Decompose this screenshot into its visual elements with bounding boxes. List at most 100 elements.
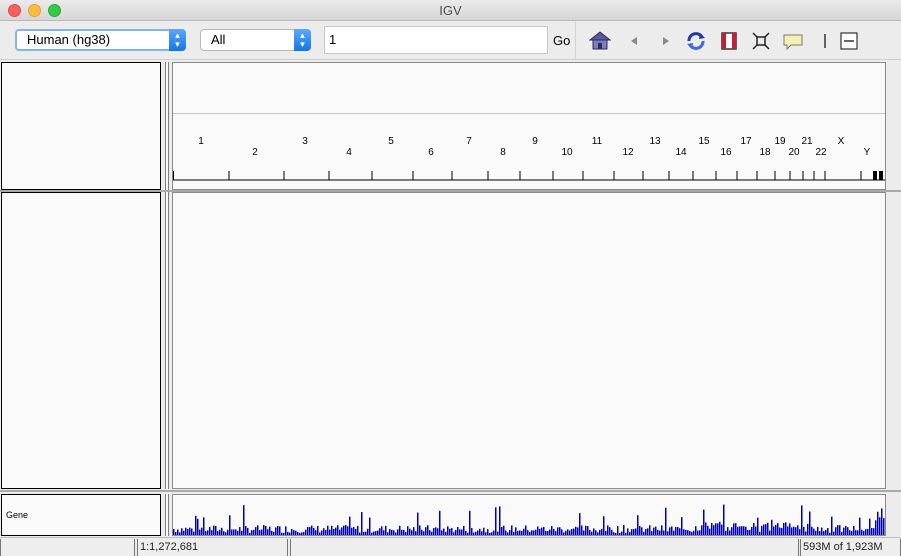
home-icon[interactable] bbox=[588, 30, 612, 52]
gene-density-bar bbox=[695, 526, 697, 535]
gene-density-bar bbox=[417, 512, 419, 535]
ruler-toggle-icon[interactable] bbox=[814, 30, 836, 52]
back-icon[interactable] bbox=[624, 30, 646, 52]
chromosome-label[interactable]: 13 bbox=[649, 136, 661, 147]
gene-density-bar bbox=[427, 525, 429, 535]
gene-density-bar bbox=[849, 530, 851, 535]
gene-density-bar bbox=[875, 520, 877, 535]
gene-density-bar bbox=[727, 527, 729, 535]
status-memory: 593M of 1,923M bbox=[800, 539, 901, 556]
fit-to-window-icon[interactable] bbox=[750, 30, 772, 52]
zoom-out-icon[interactable] bbox=[838, 30, 860, 52]
chromosome-label[interactable]: X bbox=[838, 136, 845, 147]
gene-density-bar bbox=[469, 510, 471, 535]
gene-density-bar bbox=[663, 530, 665, 535]
chromosome-label[interactable]: 18 bbox=[759, 147, 771, 158]
locus-search-input[interactable]: 1 bbox=[324, 26, 548, 54]
gene-density-bar bbox=[737, 526, 739, 535]
chromosome-label[interactable]: 14 bbox=[675, 147, 687, 158]
chromosome-dropdown[interactable]: All ▲ ▼ bbox=[200, 29, 311, 51]
chromosome-label[interactable]: 15 bbox=[698, 136, 710, 147]
gene-density-bar bbox=[589, 529, 591, 535]
data-track-panel[interactable] bbox=[172, 192, 886, 489]
gene-density-bar bbox=[575, 526, 577, 535]
roi-icon[interactable] bbox=[718, 30, 740, 52]
go-button[interactable]: Go bbox=[553, 33, 570, 48]
gene-density-bar bbox=[317, 525, 319, 535]
gene-density-bar bbox=[767, 522, 769, 535]
gene-density-bar bbox=[665, 507, 667, 535]
gene-density-bar bbox=[513, 531, 515, 535]
chromosome-label[interactable]: 21 bbox=[801, 136, 813, 147]
gene-density-bar bbox=[729, 530, 731, 535]
chromosome-label[interactable]: 20 bbox=[788, 147, 800, 158]
gene-density-bar bbox=[397, 529, 399, 535]
gene-density-bar bbox=[423, 531, 425, 535]
chromosome-label[interactable]: 3 bbox=[302, 136, 308, 147]
chromosome-label[interactable]: 4 bbox=[346, 147, 352, 158]
gene-density-bar bbox=[383, 530, 385, 535]
gene-density-bar bbox=[203, 517, 205, 535]
gene-density-bar bbox=[651, 531, 653, 535]
gene-density-bar bbox=[629, 532, 631, 535]
gene-density-bar bbox=[529, 531, 531, 535]
gene-density-bar bbox=[803, 526, 805, 535]
gene-density-bar bbox=[825, 530, 827, 535]
gene-density-bar bbox=[531, 530, 533, 535]
gene-density-bar bbox=[615, 532, 617, 535]
chromosome-label[interactable]: 12 bbox=[622, 147, 634, 158]
chromosome-label[interactable]: 17 bbox=[740, 136, 752, 147]
gene-density-bar bbox=[607, 525, 609, 535]
gene-density-bar bbox=[713, 525, 715, 535]
chromosome-label[interactable]: 22 bbox=[815, 147, 827, 158]
gene-density-bar bbox=[571, 529, 573, 535]
chromosome-label[interactable]: 8 bbox=[500, 147, 506, 158]
gene-density-bar bbox=[519, 530, 521, 535]
gene-density-bar bbox=[327, 525, 329, 535]
gene-density-bar bbox=[563, 532, 565, 535]
gene-density-bar bbox=[251, 530, 253, 535]
gene-density-bar bbox=[497, 531, 499, 535]
gene-density-bar bbox=[499, 506, 501, 535]
chromosome-label[interactable]: 1 bbox=[198, 136, 204, 147]
gene-density-bar bbox=[269, 526, 271, 535]
chromosome-label[interactable]: Y bbox=[864, 147, 871, 158]
chromosome-label[interactable]: 16 bbox=[720, 147, 732, 158]
genome-dropdown[interactable]: Human (hg38) ▲ ▼ bbox=[15, 29, 186, 51]
gene-track-label[interactable]: Gene bbox=[6, 510, 28, 520]
gene-density-bar bbox=[363, 531, 365, 535]
close-window-button[interactable] bbox=[8, 4, 21, 17]
gene-density-bar bbox=[295, 530, 297, 535]
panel-splitter[interactable] bbox=[0, 490, 901, 492]
gene-density-bar bbox=[743, 526, 745, 535]
gene-density-bar bbox=[377, 530, 379, 535]
gene-density-bar bbox=[881, 508, 883, 535]
gene-density-bar bbox=[491, 532, 493, 535]
gene-density-bar bbox=[679, 528, 681, 535]
forward-icon[interactable] bbox=[655, 30, 677, 52]
chromosome-label[interactable]: 5 bbox=[388, 136, 394, 147]
chromosome-label[interactable]: 19 bbox=[774, 136, 786, 147]
refresh-icon[interactable] bbox=[685, 30, 707, 52]
chromosome-label[interactable]: 7 bbox=[466, 136, 472, 147]
chromosome-label[interactable]: 10 bbox=[561, 147, 573, 158]
gene-track[interactable] bbox=[172, 494, 886, 536]
chromosome-label[interactable]: 11 bbox=[592, 136, 603, 147]
gene-density-bar bbox=[501, 526, 503, 535]
gene-density-bar bbox=[321, 530, 323, 535]
maximize-window-button[interactable] bbox=[48, 4, 61, 17]
minimize-window-button[interactable] bbox=[28, 4, 41, 17]
chromosome-label[interactable]: 2 bbox=[252, 147, 258, 158]
chromosome-label[interactable]: 9 bbox=[532, 136, 538, 147]
gene-density-bar bbox=[863, 531, 865, 535]
gene-density-bar bbox=[273, 531, 275, 535]
gene-density-bar bbox=[325, 529, 327, 535]
gene-density-bar bbox=[877, 511, 879, 535]
gene-density-bar bbox=[371, 532, 373, 535]
popup-info-icon[interactable] bbox=[782, 30, 804, 52]
chromosome-label[interactable]: 6 bbox=[428, 147, 434, 158]
chromosome-ruler[interactable]: 1 2 3 4 5 6 7 8 9 10 11 12 13 14 15 16 17 18 19 20 21 22 X Y bbox=[173, 113, 885, 189]
gene-density-bar bbox=[433, 528, 435, 535]
header-data-panel[interactable]: 1 2 3 4 5 6 7 8 9 10 11 12 13 14 15 16 17 18 19 20 21 22 X Y bbox=[172, 62, 886, 190]
gene-density-bar bbox=[185, 527, 187, 535]
